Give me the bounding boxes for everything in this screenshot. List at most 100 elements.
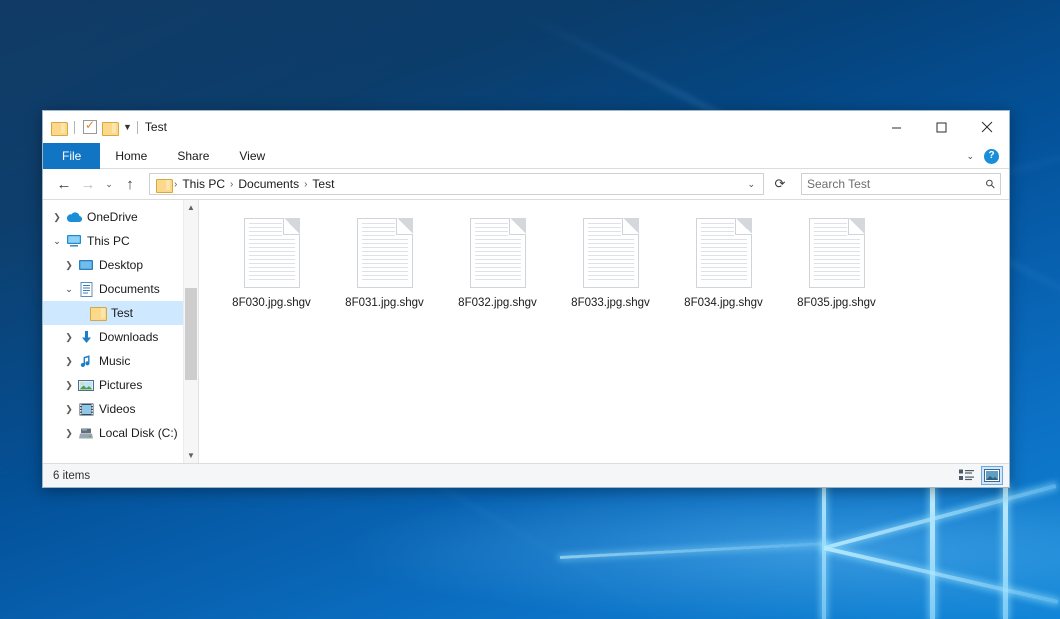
scroll-up-arrow-icon[interactable]: ▲ bbox=[187, 200, 195, 215]
refresh-button[interactable]: ⟳ bbox=[769, 173, 791, 195]
generic-document-icon bbox=[809, 218, 865, 288]
chevron-right-icon[interactable]: ❯ bbox=[61, 261, 77, 270]
title-bar: ▼ Test bbox=[43, 111, 1009, 143]
tab-home[interactable]: Home bbox=[100, 143, 162, 169]
list-item[interactable]: 8F031.jpg.shgv bbox=[328, 214, 441, 334]
navigation-pane-scrollbar[interactable]: ▲ ▼ bbox=[183, 200, 198, 463]
windows-logo-ray bbox=[560, 542, 828, 559]
list-item[interactable]: 8F033.jpg.shgv bbox=[554, 214, 667, 334]
help-icon[interactable]: ? bbox=[984, 149, 999, 164]
sidebar-item-onedrive[interactable]: ❯ OneDrive bbox=[43, 205, 183, 229]
forward-button[interactable]: → bbox=[77, 173, 99, 195]
status-bar: 6 items bbox=[43, 463, 1009, 487]
breadcrumb-test[interactable]: Test bbox=[308, 177, 338, 191]
file-name: 8F034.jpg.shgv bbox=[684, 297, 763, 309]
scrollbar-thumb[interactable] bbox=[185, 288, 197, 380]
new-folder-icon[interactable] bbox=[102, 121, 117, 134]
windows-logo-ray bbox=[824, 546, 1059, 604]
generic-document-icon bbox=[357, 218, 413, 288]
chevron-down-icon[interactable]: ⌄ bbox=[49, 237, 65, 246]
chevron-right-icon[interactable]: ❯ bbox=[61, 357, 77, 366]
folder-icon bbox=[156, 178, 171, 191]
chevron-down-icon[interactable]: ▼ bbox=[123, 123, 132, 132]
chevron-right-icon[interactable]: ❯ bbox=[49, 213, 65, 222]
sidebar-item-label: Videos bbox=[99, 402, 135, 416]
documents-icon bbox=[77, 281, 95, 297]
file-name: 8F035.jpg.shgv bbox=[797, 297, 876, 309]
tab-view[interactable]: View bbox=[224, 143, 280, 169]
search-box[interactable]: Search Test ⚲ bbox=[801, 173, 1001, 195]
scroll-down-arrow-icon[interactable]: ▼ bbox=[187, 448, 195, 463]
sidebar-item-downloads[interactable]: ❯ Downloads bbox=[43, 325, 183, 349]
chevron-down-icon[interactable]: ⌄ bbox=[61, 285, 77, 294]
sidebar-item-pictures[interactable]: ❯ Pictures bbox=[43, 373, 183, 397]
properties-icon[interactable] bbox=[83, 120, 97, 134]
window-title: Test bbox=[145, 120, 167, 134]
desktop-monitor-icon bbox=[77, 257, 95, 273]
pictures-icon bbox=[77, 377, 95, 393]
sidebar-item-test[interactable]: Test bbox=[43, 301, 183, 325]
chevron-down-icon[interactable]: ⌄ bbox=[741, 179, 761, 190]
navigation-tree: ❯ OneDrive ⌄ This PC ❯ bbox=[43, 200, 183, 463]
chevron-down-icon[interactable]: ⌄ bbox=[966, 151, 974, 162]
sidebar-item-desktop[interactable]: ❯ Desktop bbox=[43, 253, 183, 277]
chevron-right-icon[interactable]: ❯ bbox=[61, 381, 77, 390]
file-name: 8F030.jpg.shgv bbox=[232, 297, 311, 309]
breadcrumb-documents[interactable]: Documents bbox=[234, 177, 303, 191]
sidebar-item-label: Local Disk (C:) bbox=[99, 426, 178, 440]
wallpaper-glow bbox=[300, 470, 1060, 619]
list-item[interactable]: 8F034.jpg.shgv bbox=[667, 214, 780, 334]
file-name: 8F032.jpg.shgv bbox=[458, 297, 537, 309]
navigation-pane: ❯ OneDrive ⌄ This PC ❯ bbox=[43, 200, 199, 463]
ribbon-tab-strip: File Home Share View ⌄ ? bbox=[43, 143, 1009, 169]
list-item[interactable]: 8F030.jpg.shgv bbox=[215, 214, 328, 334]
details-view-button[interactable] bbox=[956, 466, 978, 485]
folder-icon bbox=[89, 305, 107, 321]
back-button[interactable]: ← bbox=[53, 173, 75, 195]
chevron-right-icon[interactable]: ❯ bbox=[61, 405, 77, 414]
music-note-icon bbox=[77, 353, 95, 369]
folder-icon[interactable] bbox=[51, 121, 66, 134]
maximize-button[interactable] bbox=[919, 111, 964, 143]
downloads-arrow-icon bbox=[77, 329, 95, 345]
window-body: ❯ OneDrive ⌄ This PC ❯ bbox=[43, 199, 1009, 463]
window-controls bbox=[874, 111, 1009, 143]
hard-drive-icon bbox=[77, 425, 95, 441]
breadcrumb-this-pc[interactable]: This PC bbox=[178, 177, 229, 191]
recent-locations-button[interactable]: ⌄ bbox=[101, 173, 117, 195]
sidebar-item-label: OneDrive bbox=[87, 210, 138, 224]
search-input[interactable]: Search Test bbox=[807, 177, 986, 191]
large-icons-view-button[interactable] bbox=[981, 466, 1003, 485]
view-toggle-group bbox=[956, 466, 1003, 485]
sidebar-item-videos[interactable]: ❯ Videos bbox=[43, 397, 183, 421]
sidebar-item-label: Music bbox=[99, 354, 130, 368]
generic-document-icon bbox=[470, 218, 526, 288]
tab-file[interactable]: File bbox=[43, 143, 100, 169]
generic-document-icon bbox=[583, 218, 639, 288]
sidebar-item-documents[interactable]: ⌄ Documents bbox=[43, 277, 183, 301]
address-bar: ← → ⌄ ↑ › This PC › Documents › Test ⌄ ⟳… bbox=[43, 169, 1009, 199]
list-item[interactable]: 8F035.jpg.shgv bbox=[780, 214, 893, 334]
sidebar-item-label: This PC bbox=[87, 234, 130, 248]
generic-document-icon bbox=[244, 218, 300, 288]
chevron-right-icon[interactable]: ❯ bbox=[61, 333, 77, 342]
sidebar-item-local-disk-c[interactable]: ❯ Local Disk (C:) bbox=[43, 421, 183, 445]
sidebar-item-label: Desktop bbox=[99, 258, 143, 272]
up-button[interactable]: ↑ bbox=[119, 173, 141, 195]
file-name: 8F031.jpg.shgv bbox=[345, 297, 424, 309]
windows-logo-ray bbox=[823, 484, 1056, 550]
close-button[interactable] bbox=[964, 111, 1009, 143]
sidebar-item-label: Test bbox=[111, 306, 133, 320]
sidebar-item-music[interactable]: ❯ Music bbox=[43, 349, 183, 373]
divider bbox=[137, 121, 138, 134]
address-breadcrumb-box[interactable]: › This PC › Documents › Test ⌄ bbox=[149, 173, 764, 195]
minimize-button[interactable] bbox=[874, 111, 919, 143]
list-item[interactable]: 8F032.jpg.shgv bbox=[441, 214, 554, 334]
chevron-right-icon[interactable]: ❯ bbox=[61, 429, 77, 438]
sidebar-item-this-pc[interactable]: ⌄ This PC bbox=[43, 229, 183, 253]
onedrive-cloud-icon bbox=[65, 209, 83, 225]
ribbon-right-controls: ⌄ ? bbox=[966, 143, 1005, 169]
file-list-view[interactable]: 8F030.jpg.shgv 8F031.jpg.shgv 8F032.jpg.… bbox=[199, 200, 1009, 463]
tab-share[interactable]: Share bbox=[162, 143, 224, 169]
file-name: 8F033.jpg.shgv bbox=[571, 297, 650, 309]
